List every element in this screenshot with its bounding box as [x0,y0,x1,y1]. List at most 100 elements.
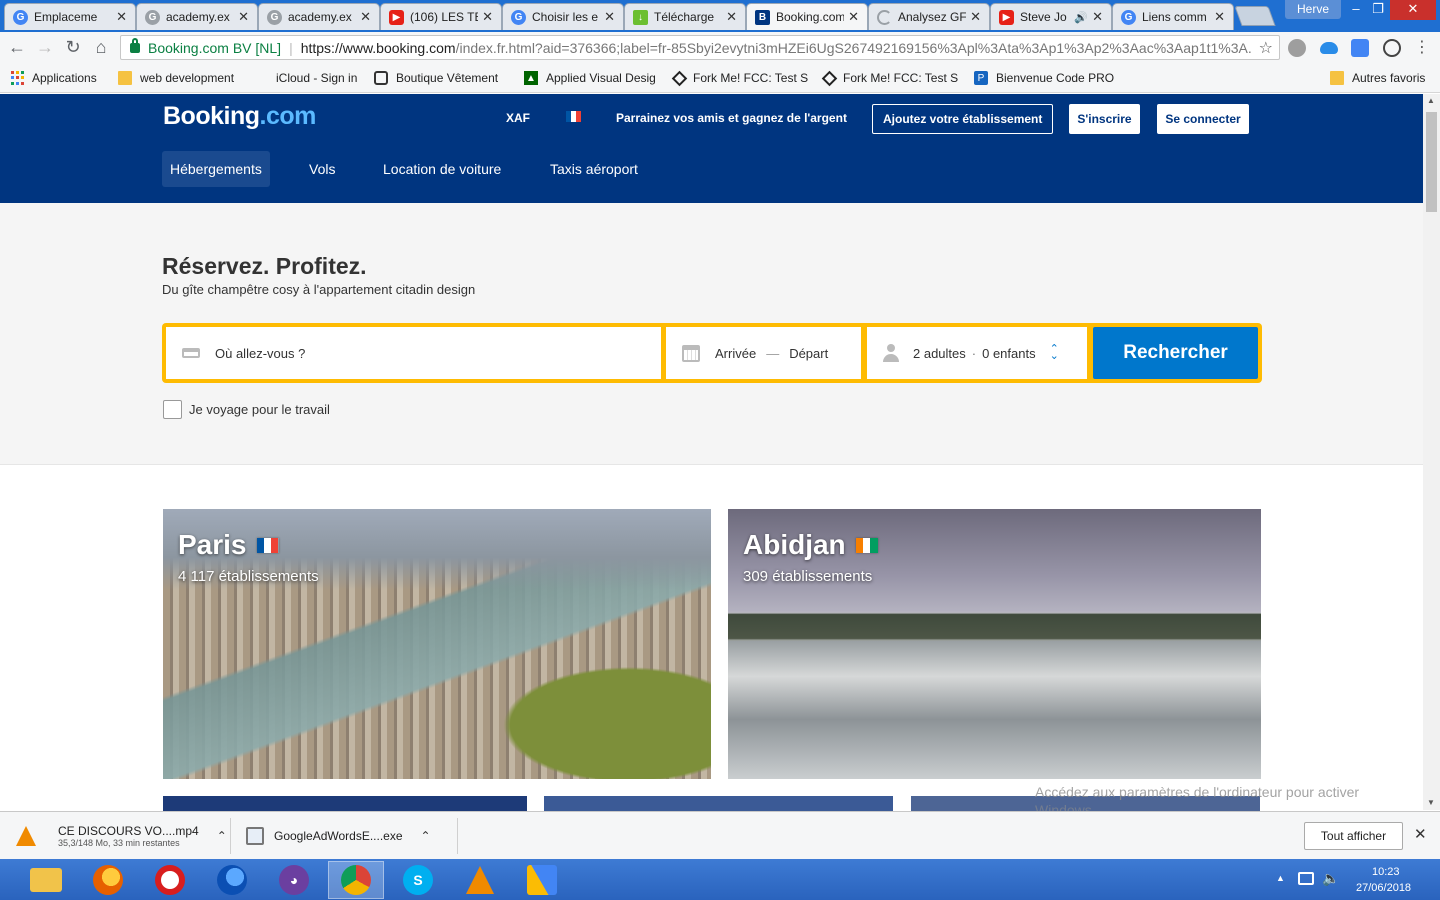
bookmark-label: Bienvenue Code PRO [996,71,1115,85]
translate-icon[interactable] [1351,39,1369,57]
back-arrow-icon[interactable]: ← [3,34,31,62]
taskbar-vlc[interactable] [452,861,508,899]
browser-tab[interactable]: G Liens comm ✕ [1112,3,1234,30]
destination-input[interactable]: Où allez-vous ? [166,327,661,379]
speaker-icon[interactable]: 🔊 [1074,11,1088,24]
bookmark-fork-me-2[interactable]: Fork Me! FCC: Test S [821,69,958,87]
taskbar-opera[interactable] [142,861,198,899]
close-icon[interactable]: ✕ [848,9,859,25]
divider [230,818,231,854]
booking-logo[interactable]: Booking.com [163,102,316,131]
business-travel-label[interactable]: Je voyage pour le travail [189,402,330,417]
bookmark-boutique[interactable]: Boutique Vêtement [374,69,498,87]
search-button[interactable]: Rechercher [1093,327,1258,379]
browser-tab[interactable]: ↓ Télécharge ✕ [624,3,746,30]
browser-tab[interactable]: G academy.ex ✕ [258,3,380,30]
tab-title: academy.ex [288,10,352,24]
nav-tab-car-rental[interactable]: Location de voiture [375,151,509,187]
close-icon[interactable]: ✕ [238,9,249,25]
taskbar-explorer[interactable] [18,861,74,899]
taskbar-cat-app[interactable]: ◕ [266,861,322,899]
close-icon[interactable]: ✕ [1214,9,1225,25]
close-icon[interactable]: ✕ [970,9,981,25]
forward-arrow-icon[interactable]: → [31,34,59,62]
referral-link[interactable]: Parrainez vos amis et gagnez de l'argent [616,111,847,125]
browser-tab[interactable]: Analysez GF ✕ [868,3,990,30]
volume-icon[interactable]: 🔈 [1322,870,1339,887]
destination-card-abidjan[interactable]: Abidjan 309 établissements [728,509,1261,779]
address-bar[interactable]: Booking.com BV [NL] | https://www.bookin… [120,35,1280,60]
destination-card-paris[interactable]: Paris 4 117 établissements [163,509,711,779]
scroll-up-icon[interactable]: ▲ [1427,96,1435,105]
close-icon[interactable]: ✕ [116,9,127,25]
window-close-button[interactable]: ✕ [1390,0,1436,20]
page-scrollbar[interactable]: ▲ ▼ [1423,94,1440,810]
reload-icon[interactable]: ↻ [59,34,87,62]
cloud-icon[interactable] [1320,42,1338,54]
menu-dots-icon[interactable]: ⋮ [1414,37,1430,57]
browser-tab[interactable]: G Emplaceme ✕ [4,3,136,30]
close-icon[interactable]: ✕ [604,9,615,25]
bookmark-code-pro[interactable]: P Bienvenue Code PRO [974,69,1114,87]
close-icon[interactable]: ✕ [360,9,371,25]
bookmark-fork-me-1[interactable]: Fork Me! FCC: Test S [671,69,808,87]
scroll-down-icon[interactable]: ▼ [1427,798,1435,807]
download-item[interactable]: CE DISCOURS VO....mp4 35,3/148 Mo, 33 mi… [16,816,227,856]
tray-expand-icon[interactable]: ▲ [1276,873,1285,883]
date-picker[interactable]: Arrivée — Départ [666,327,861,379]
browser-tab[interactable]: ▶ Steve Jo 🔊 ✕ [990,3,1112,30]
close-icon[interactable]: ✕ [726,9,737,25]
download-icon: ↓ [633,9,648,25]
browser-tab[interactable]: G Choisir les e ✕ [502,3,624,30]
add-property-button[interactable]: Ajoutez votre établissement [872,104,1054,134]
taskbar-adwords[interactable] [514,861,570,899]
browser-tab[interactable]: ▶ (106) LES TE ✕ [380,3,502,30]
france-flag-icon [256,537,279,553]
profile-badge[interactable]: Herve [1285,0,1342,19]
chevron-up-icon[interactable]: ⌃ [217,829,227,843]
browser-tab-active[interactable]: B Booking.com ✕ [746,3,868,30]
signup-button[interactable]: S'inscrire [1069,104,1140,134]
google-icon: G [145,9,160,25]
sync-icon[interactable] [1383,39,1401,57]
tab-title: Choisir les e [532,10,599,24]
taskbar-firefox-dev[interactable] [204,861,260,899]
bookmark-web-development[interactable]: web development [118,69,234,87]
nav-tab-airport-taxis[interactable]: Taxis aéroport [542,151,646,187]
bookmark-other[interactable]: Autres favoris [1330,69,1425,87]
show-all-downloads-button[interactable]: Tout afficher [1304,822,1403,850]
close-icon[interactable]: ✕ [1414,825,1427,843]
bookmark-applications[interactable]: Applications [10,69,97,87]
close-icon[interactable]: ✕ [1092,9,1103,25]
explorer-icon [30,868,62,892]
extension-icon[interactable] [1288,39,1306,57]
chevron-up-icon[interactable]: ⌃ [421,829,431,843]
bookmark-label: Boutique Vêtement [396,71,499,85]
clock-time[interactable]: 10:23 [1372,866,1400,878]
new-tab-button[interactable] [1234,6,1276,26]
france-flag-icon[interactable] [566,111,581,122]
signin-button[interactable]: Se connecter [1157,104,1249,134]
browser-tab[interactable]: G academy.ex ✕ [136,3,258,30]
bookmark-icloud[interactable]: iCloud - Sign in [254,69,357,87]
clock-date[interactable]: 27/06/2018 [1356,882,1411,894]
taskbar-skype[interactable]: S [390,861,446,899]
currency-selector[interactable]: XAF [506,111,530,125]
nav-tab-accommodations[interactable]: Hébergements [162,151,270,187]
bookmark-star-icon[interactable]: ☆ [1259,38,1273,58]
download-item[interactable]: GoogleAdWordsE....exe ⌃ [246,816,431,856]
minimize-button[interactable]: – [1345,0,1367,20]
guests-selector[interactable]: 2 adultes · 0 enfants ⌃ ⌄ [867,327,1087,379]
close-icon[interactable]: ✕ [482,9,493,25]
business-travel-checkbox[interactable] [163,400,182,419]
taskbar-firefox[interactable] [80,861,136,899]
scroll-thumb[interactable] [1426,112,1437,212]
network-icon[interactable] [1298,872,1314,885]
destination-card-peek[interactable] [163,796,527,812]
destination-card-peek[interactable] [544,796,893,812]
taskbar-chrome[interactable] [328,861,384,899]
home-icon[interactable]: ⌂ [87,34,115,62]
nav-tab-flights[interactable]: Vols [301,151,343,187]
maximize-button[interactable]: ❐ [1367,0,1389,20]
bookmark-applied-visual[interactable]: ▲ Applied Visual Desig [524,69,656,87]
